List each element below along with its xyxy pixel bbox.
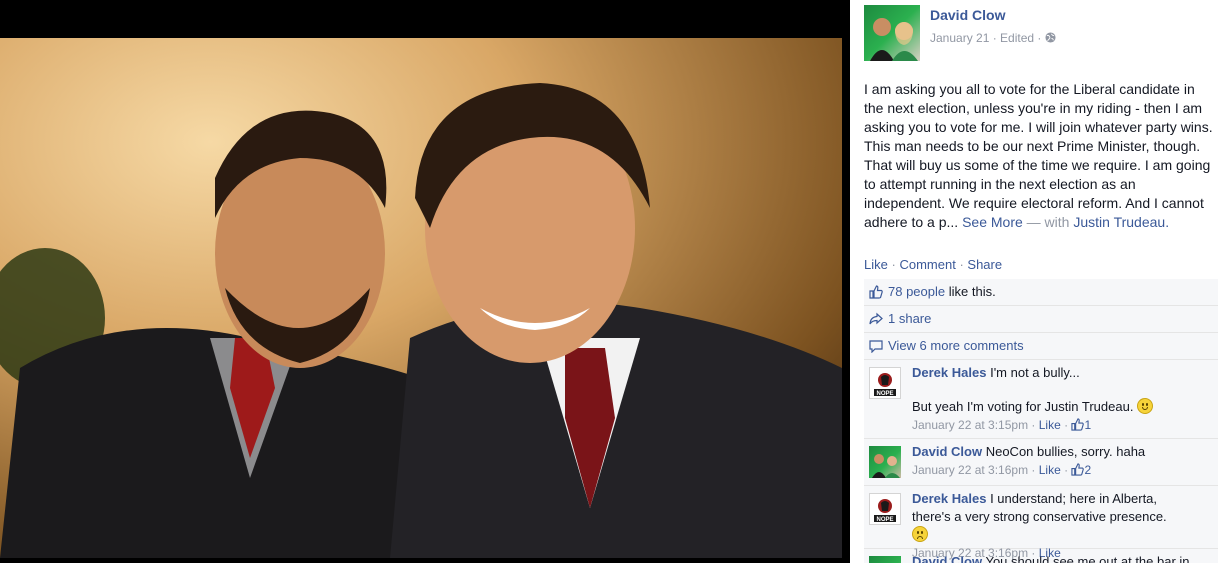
comment-author[interactable]: David Clow [912, 554, 982, 563]
likes-summary: 78 people like this. [864, 279, 1218, 306]
comment-item: David Clow You should see me out at the … [864, 549, 1218, 563]
tagged-person-link[interactable]: Justin Trudeau. [1073, 214, 1169, 230]
comment-like-count[interactable]: 2 [1084, 463, 1091, 477]
comment-item: NOPE Derek Hales I understand; here in A… [864, 486, 1218, 560]
action-separator: · [891, 257, 896, 272]
avatar-label: NOPE [876, 517, 893, 523]
photo-illustration [0, 83, 842, 558]
likes-text: like this. [948, 284, 996, 299]
post-photo[interactable] [0, 38, 842, 558]
share-button[interactable]: Share [967, 257, 1002, 272]
shares-link[interactable]: 1 share [888, 311, 931, 326]
comment-like-button[interactable]: Like [1039, 418, 1061, 432]
avatar-illustration [869, 556, 901, 563]
comment-time[interactable]: January 22 at 3:15pm [912, 418, 1028, 432]
author-name[interactable]: David Clow [930, 7, 1005, 23]
view-more-row: View 6 more comments [864, 333, 1218, 360]
photo-viewer [0, 0, 850, 563]
meta-separator: · [989, 31, 1001, 45]
comment-meta: January 22 at 3:15pm · Like · 1 [912, 418, 1092, 432]
comment-meta: January 22 at 3:16pm · Like · 2 [912, 463, 1092, 477]
share-arrow-icon [869, 312, 883, 325]
thumbs-up-icon [1071, 418, 1085, 431]
comment-time[interactable]: January 22 at 3:16pm [912, 463, 1028, 477]
edited-label[interactable]: Edited [1000, 31, 1034, 45]
like-button[interactable]: Like [864, 257, 888, 272]
see-more-link[interactable]: See More [962, 214, 1023, 230]
comment-body: David Clow You should see me out at the … [912, 553, 1212, 563]
comment-text-line2: But yeah I'm voting for Justin Trudeau. [912, 399, 1134, 414]
commenter-avatar[interactable] [869, 556, 901, 563]
comment-body: David Clow NeoCon bullies, sorry. haha J… [912, 443, 1212, 479]
action-separator: · [959, 257, 964, 272]
likes-count-link[interactable]: 78 people [888, 284, 945, 299]
comment-text: You should see me out at the bar in [985, 554, 1190, 563]
nope-poster-icon: NOPE [874, 496, 896, 523]
frown-icon [912, 526, 928, 542]
view-more-comments-link[interactable]: View 6 more comments [888, 338, 1024, 353]
commenter-avatar[interactable]: NOPE [869, 367, 901, 399]
post-panel: David Clow January 21 · Edited · I am as… [850, 0, 1220, 563]
comment-item: David Clow NeoCon bullies, sorry. haha J… [864, 439, 1218, 486]
meta-separator: · [1034, 31, 1045, 45]
post-body: I am asking you all to vote for the Libe… [864, 80, 1214, 232]
comment-author[interactable]: David Clow [912, 444, 982, 459]
post-actions: Like · Comment · Share [864, 257, 1002, 272]
post-meta: January 21 · Edited · [930, 31, 1056, 45]
avatar-label: NOPE [876, 391, 893, 397]
comment-author[interactable]: Derek Hales [912, 491, 986, 506]
thumbs-up-icon [869, 285, 883, 299]
post-date[interactable]: January 21 [930, 31, 989, 45]
comment-item: NOPE Derek Hales I'm not a bully... But … [864, 360, 1218, 439]
comment-body: Derek Hales I'm not a bully... But yeah … [912, 364, 1212, 434]
thumbs-up-icon [1071, 463, 1085, 476]
smiley-icon [1137, 398, 1154, 414]
comment-text: NeoCon bullies, sorry. haha [985, 444, 1146, 459]
globe-icon[interactable] [1045, 32, 1056, 43]
comment-bubble-icon [869, 340, 883, 353]
with-label: — with [1026, 214, 1070, 230]
avatar-illustration [872, 454, 900, 478]
author-avatar[interactable] [864, 5, 920, 61]
feedback-section: 78 people like this. 1 share View 6 more… [864, 279, 1218, 563]
post-text: I am asking you all to vote for the Libe… [864, 81, 1213, 230]
avatar-illustration [870, 18, 918, 61]
comment-text: I'm not a bully... [990, 365, 1080, 380]
comment-button[interactable]: Comment [899, 257, 955, 272]
comment-like-button[interactable]: Like [1039, 463, 1061, 477]
commenter-avatar[interactable]: NOPE [869, 493, 901, 525]
commenter-avatar[interactable] [869, 446, 901, 478]
nope-poster-icon: NOPE [874, 370, 896, 397]
comment-author[interactable]: Derek Hales [912, 365, 986, 380]
shares-summary: 1 share [864, 306, 1218, 333]
comment-like-count[interactable]: 1 [1084, 418, 1091, 432]
